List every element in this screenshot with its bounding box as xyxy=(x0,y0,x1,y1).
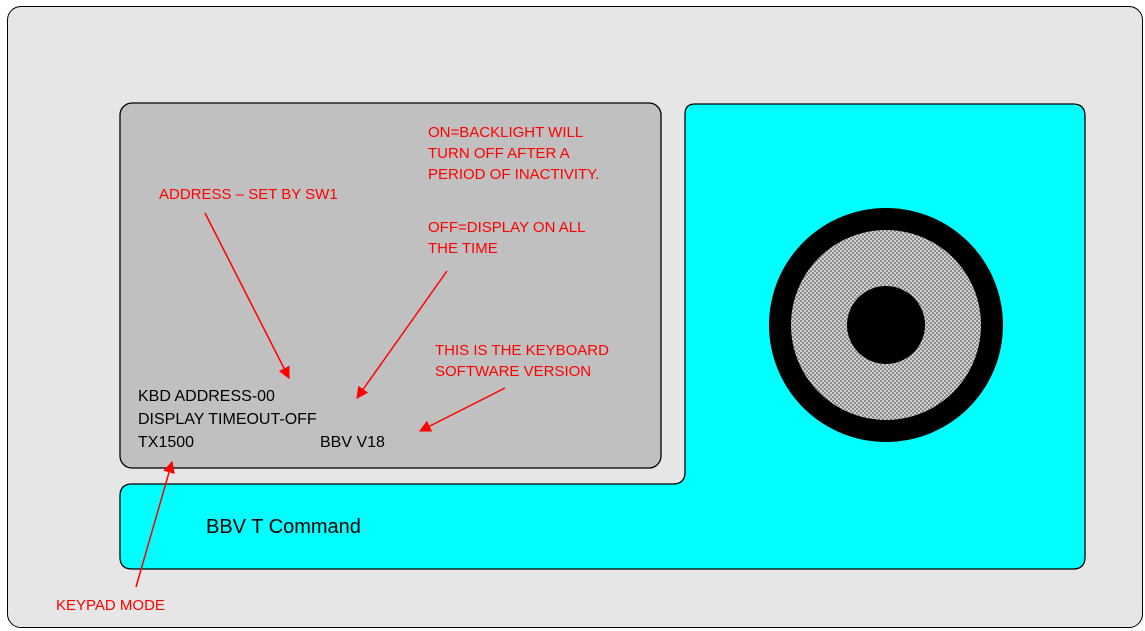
lcd-version-label: BBV V18 xyxy=(320,434,385,451)
note-line: THIS IS THE KEYBOARD xyxy=(435,342,609,359)
note-line: ON=BACKLIGHT WILL xyxy=(428,124,584,141)
note-line: PERIOD OF INACTIVITY. xyxy=(428,166,600,183)
version-note: THIS IS THE KEYBOARD SOFTWARE VERSION xyxy=(435,340,609,382)
joystick[interactable] xyxy=(769,208,1003,442)
backlight-on-note: ON=BACKLIGHT WILL TURN OFF AFTER A PERIO… xyxy=(428,122,599,185)
note-line: TURN OFF AFTER A xyxy=(428,145,570,162)
lcd-timeout-line: DISPLAY TIMEOUT-OFF xyxy=(138,411,317,428)
note-line: THE TIME xyxy=(428,240,498,257)
address-note: ADDRESS – SET BY SW1 xyxy=(159,186,338,203)
brand-label: BBV T Command xyxy=(206,516,361,538)
joystick-knob[interactable] xyxy=(847,286,925,364)
backlight-off-note: OFF=DISPLAY ON ALL THE TIME xyxy=(428,217,585,259)
lcd-model-label: TX1500 xyxy=(138,434,195,451)
note-line: SOFTWARE VERSION xyxy=(435,363,592,380)
keypad-mode-note: KEYPAD MODE xyxy=(56,597,165,614)
lcd-address-line: KBD ADDRESS-00 xyxy=(138,388,275,405)
note-line: OFF=DISPLAY ON ALL xyxy=(428,219,586,236)
device-drawing xyxy=(119,102,1086,588)
